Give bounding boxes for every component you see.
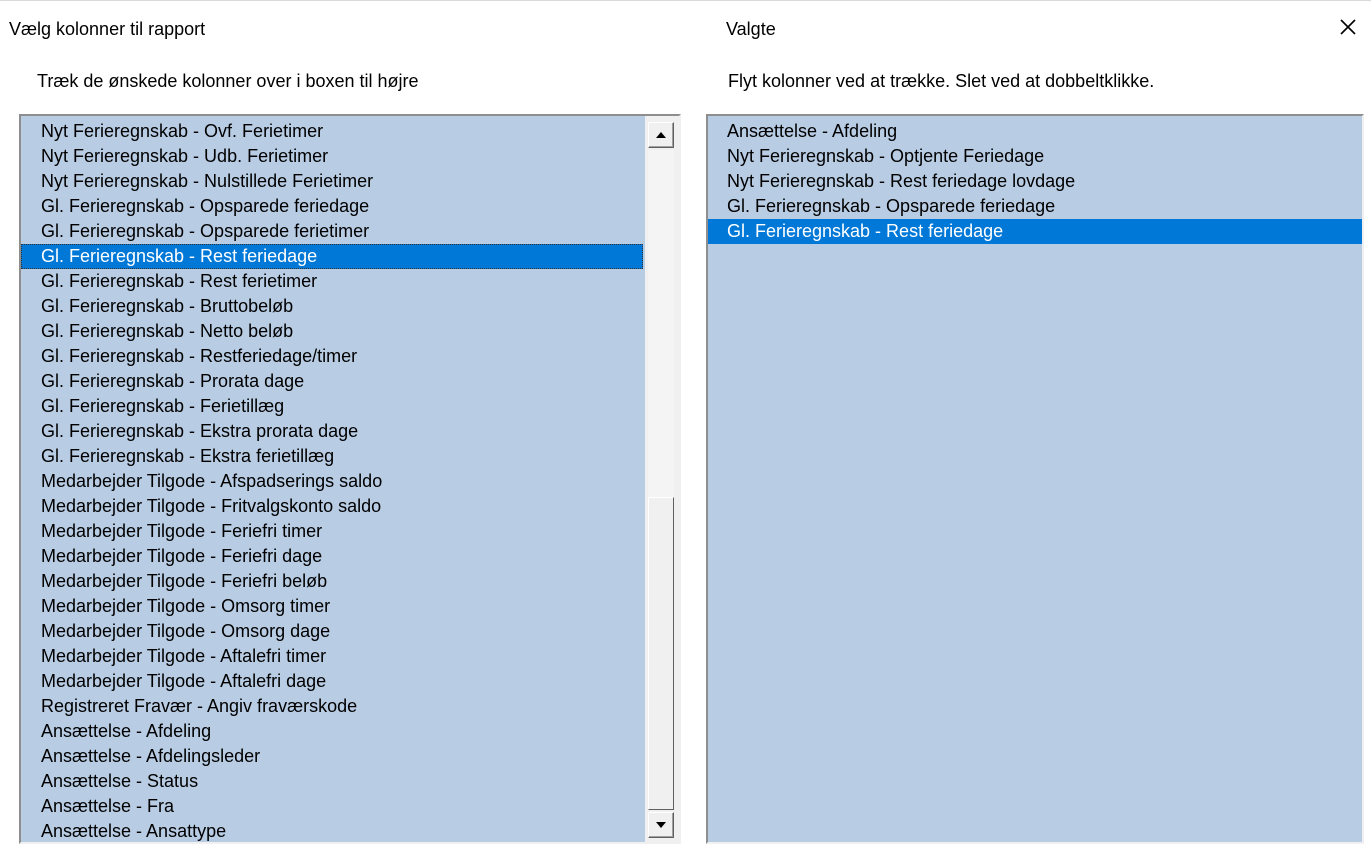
available-column-list-item[interactable]: Nyt Ferieregnskab - Ovf. Ferietimer <box>21 119 643 144</box>
available-column-list-item[interactable]: Gl. Ferieregnskab - Restferiedage/timer <box>21 344 643 369</box>
available-column-list-item[interactable]: Ansættelse - Afdelingsleder <box>21 744 643 769</box>
scroll-down-button[interactable] <box>648 812 674 838</box>
available-column-list-item[interactable]: Gl. Ferieregnskab - Opsparede feriedage <box>21 194 643 219</box>
available-column-list-item[interactable]: Ansættelse - Status <box>21 769 643 794</box>
available-columns-list[interactable]: Nyt Ferieregnskab - Ovf. Ferietimer Nyt F… <box>19 114 681 844</box>
arrow-down-icon <box>656 822 666 828</box>
selected-columns-items: Ansættelse - Afdeling Nyt Ferieregnskab -… <box>708 119 1362 244</box>
selected-column-list-item[interactable]: Ansættelse - Afdeling <box>708 119 1362 144</box>
top-divider <box>0 0 1371 1</box>
available-column-list-item[interactable]: Ansættelse - Fra <box>21 794 643 819</box>
available-column-list-item[interactable]: Nyt Ferieregnskab - Udb. Ferietimer <box>21 144 643 169</box>
available-column-list-item[interactable]: Medarbejder Tilgode - Fritvalgskonto sal… <box>21 494 643 519</box>
available-column-list-item[interactable]: Medarbejder Tilgode - Omsorg timer <box>21 594 643 619</box>
scrollbar-thumb[interactable] <box>648 497 674 810</box>
available-column-list-item[interactable]: Gl. Ferieregnskab - Ekstra ferietillæg <box>21 444 643 469</box>
selected-columns-list[interactable]: Ansættelse - Afdeling Nyt Ferieregnskab -… <box>706 114 1364 844</box>
available-column-list-item[interactable]: Medarbejder Tilgode - Feriefri timer <box>21 519 643 544</box>
available-column-list-item[interactable]: Ansættelse - Afdeling <box>21 719 643 744</box>
available-column-list-item[interactable]: Medarbejder Tilgode - Omsorg dage <box>21 619 643 644</box>
scrollbar-track[interactable] <box>648 150 674 810</box>
available-column-list-item[interactable]: Gl. Ferieregnskab - Prorata dage <box>21 369 643 394</box>
close-button[interactable] <box>1333 12 1363 42</box>
selected-column-list-item[interactable]: Gl. Ferieregnskab - Opsparede feriedage <box>708 194 1362 219</box>
available-column-list-item[interactable]: Medarbejder Tilgode - Afspadserings sald… <box>21 469 643 494</box>
left-panel-title: Vælg kolonner til rapport <box>9 19 206 39</box>
right-panel-title: Valgte <box>726 19 776 39</box>
available-column-list-item[interactable]: Medarbejder Tilgode - Feriefri beløb <box>21 569 643 594</box>
close-icon <box>1340 19 1356 35</box>
available-column-list-item[interactable]: Nyt Ferieregnskab - Nulstillede Ferietim… <box>21 169 643 194</box>
available-column-list-item[interactable]: Gl. Ferieregnskab - Ekstra prorata dage <box>21 419 643 444</box>
selected-column-list-item[interactable]: Nyt Ferieregnskab - Optjente Feriedage <box>708 144 1362 169</box>
available-column-list-item[interactable]: Gl. Ferieregnskab - Rest feriedage <box>21 244 643 269</box>
selected-column-list-item[interactable]: Nyt Ferieregnskab - Rest feriedage lovda… <box>708 169 1362 194</box>
available-column-list-item[interactable]: Gl. Ferieregnskab - Rest ferietimer <box>21 269 643 294</box>
available-column-list-item[interactable]: Gl. Ferieregnskab - Opsparede ferietimer <box>21 219 643 244</box>
left-panel-hint: Træk de ønskede kolonner over i boxen ti… <box>37 71 419 91</box>
available-column-list-item[interactable]: Gl. Ferieregnskab - Bruttobeløb <box>21 294 643 319</box>
available-column-list-item[interactable]: Ansættelse - Ansattype <box>21 819 643 842</box>
available-column-list-item[interactable]: Registreret Fravær - Angiv fraværskode <box>21 694 643 719</box>
right-panel-hint: Flyt kolonner ved at trække. Slet ved at… <box>728 71 1155 91</box>
available-column-list-item[interactable]: Gl. Ferieregnskab - Netto beløb <box>21 319 643 344</box>
arrow-up-icon <box>656 132 666 138</box>
available-columns-items: Nyt Ferieregnskab - Ovf. Ferietimer Nyt F… <box>21 119 643 842</box>
vertical-scrollbar[interactable] <box>645 116 679 842</box>
selected-column-list-item[interactable]: Gl. Ferieregnskab - Rest feriedage <box>708 219 1362 244</box>
available-column-list-item[interactable]: Medarbejder Tilgode - Aftalefri timer <box>21 644 643 669</box>
scroll-up-button[interactable] <box>648 122 674 148</box>
available-column-list-item[interactable]: Gl. Ferieregnskab - Ferietillæg <box>21 394 643 419</box>
available-column-list-item[interactable]: Medarbejder Tilgode - Aftalefri dage <box>21 669 643 694</box>
available-column-list-item[interactable]: Medarbejder Tilgode - Feriefri dage <box>21 544 643 569</box>
